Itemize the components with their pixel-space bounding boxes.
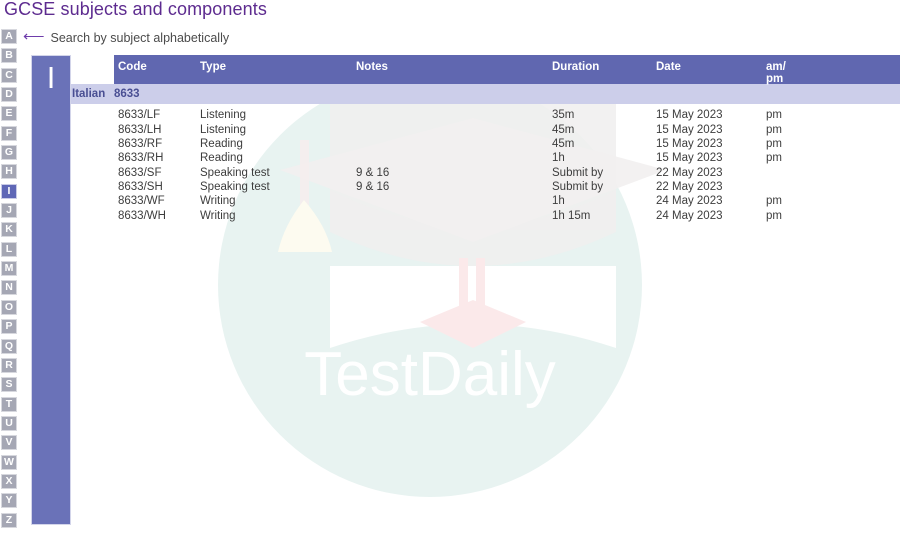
table-row[interactable]: 8633/RF Reading 45m 15 May 2023 pm	[70, 137, 900, 151]
alphabet-letter-g[interactable]: G	[1, 145, 17, 161]
search-hint-label: Search by subject alphabetically	[50, 30, 230, 45]
cell-ampm: pm	[766, 195, 782, 208]
cell-duration: 45m	[552, 137, 575, 150]
subject-name: Italian	[72, 88, 106, 100]
cell-duration: 35m	[552, 109, 575, 122]
cell-duration: 1h 15m	[552, 209, 591, 222]
cell-notes: 9 & 16	[356, 166, 390, 179]
table-row[interactable]: 8633/WF Writing 1h 24 May 2023 pm	[70, 194, 900, 208]
alphabet-letter-x[interactable]: X	[1, 473, 17, 489]
cell-date: 15 May 2023	[656, 123, 723, 136]
alphabet-letter-z[interactable]: Z	[1, 512, 17, 528]
cell-code: 8633/SH	[118, 180, 163, 193]
table-row[interactable]: 8633/LH Listening 45m 15 May 2023 pm	[70, 122, 900, 136]
table-row[interactable]: 8633/LF Listening 35m 15 May 2023 pm	[70, 108, 900, 122]
alphabet-letter-y[interactable]: Y	[1, 493, 17, 509]
cell-date: 24 May 2023	[656, 209, 723, 222]
cell-code: 8633/LH	[118, 123, 162, 136]
cell-ampm: pm	[766, 109, 782, 122]
cell-code: 8633/WH	[118, 209, 166, 222]
cell-code: 8633/WF	[118, 195, 165, 208]
alphabet-letter-v[interactable]: V	[1, 435, 17, 451]
subject-components-table: Code Type Notes Duration Date am/ pm Ita…	[70, 55, 900, 223]
search-hint: ⟵ Search by subject alphabetically	[23, 28, 230, 45]
svg-text:TestDaily: TestDaily	[304, 340, 556, 409]
cell-type: Speaking test	[200, 180, 270, 193]
alphabet-letter-u[interactable]: U	[1, 415, 17, 431]
cell-type: Speaking test	[200, 166, 270, 179]
alphabet-letter-a[interactable]: A	[1, 29, 17, 44]
selected-letter-panel: I	[31, 55, 71, 525]
alphabet-letter-w[interactable]: W	[1, 454, 17, 470]
cell-type: Reading	[200, 152, 243, 165]
alphabet-letter-r[interactable]: R	[1, 357, 17, 373]
alphabet-letter-q[interactable]: Q	[1, 338, 17, 354]
cell-type: Writing	[200, 209, 236, 222]
table-row[interactable]: 8633/WH Writing 1h 15m 24 May 2023 pm	[70, 208, 900, 222]
cell-date: 15 May 2023	[656, 137, 723, 150]
cell-ampm: pm	[766, 209, 782, 222]
cell-duration: Submit by	[552, 180, 604, 193]
alphabet-letter-c[interactable]: C	[1, 67, 17, 83]
cell-type: Listening	[200, 123, 247, 136]
cell-notes: 9 & 16	[356, 180, 390, 193]
cell-date: 24 May 2023	[656, 195, 723, 208]
column-header-duration[interactable]: Duration	[552, 55, 656, 74]
column-header-type[interactable]: Type	[200, 55, 356, 74]
column-header-date[interactable]: Date	[656, 55, 766, 74]
alphabet-letter-l[interactable]: L	[1, 241, 17, 257]
cell-code: 8633/SF	[118, 166, 162, 179]
cell-duration: 1h	[552, 195, 565, 208]
table-row[interactable]: 8633/RH Reading 1h 15 May 2023 pm	[70, 151, 900, 165]
column-header-notes[interactable]: Notes	[356, 55, 552, 74]
subject-code: 8633	[114, 88, 140, 100]
alphabet-letter-d[interactable]: D	[1, 87, 17, 103]
alphabet-letter-e[interactable]: E	[1, 106, 17, 122]
cell-date: 15 May 2023	[656, 109, 723, 122]
table-body: 8633/LF Listening 35m 15 May 2023 pm 8633/LH L…	[70, 104, 900, 223]
cell-ampm: pm	[766, 152, 782, 165]
column-header-code[interactable]: Code	[114, 55, 200, 74]
cell-ampm: pm	[766, 123, 782, 136]
cell-ampm: pm	[766, 137, 782, 150]
subject-group-row[interactable]: Italian 8633	[70, 84, 900, 104]
cell-duration: 1h	[552, 152, 565, 165]
cell-date: 22 May 2023	[656, 180, 723, 193]
selected-letter-label: I	[46, 60, 56, 95]
table-row[interactable]: 8633/SH Speaking test 9 & 16 Submit by 22 Ma…	[70, 180, 900, 194]
left-arrow-icon: ⟵	[23, 28, 45, 45]
cell-code: 8633/LF	[118, 109, 161, 122]
cell-type: Reading	[200, 137, 243, 150]
alphabet-letter-t[interactable]: T	[1, 396, 17, 412]
cell-code: 8633/RH	[118, 152, 164, 165]
alphabet-letter-b[interactable]: B	[1, 48, 17, 64]
cell-date: 22 May 2023	[656, 166, 723, 179]
table-row[interactable]: 8633/SF Speaking test 9 & 16 Submit by 22 Ma…	[70, 165, 900, 179]
cell-type: Writing	[200, 195, 236, 208]
alphabet-letter-m[interactable]: M	[1, 261, 17, 277]
cell-duration: Submit by	[552, 166, 604, 179]
alphabet-rail[interactable]: ABCDEFGHIJKLMNOPQRSTUVWXYZ	[1, 29, 18, 532]
cell-type: Listening	[200, 109, 247, 122]
alphabet-letter-o[interactable]: O	[1, 299, 17, 315]
column-header-ampm[interactable]: am/ pm	[766, 55, 826, 85]
alphabet-letter-f[interactable]: F	[1, 125, 17, 141]
alphabet-letter-h[interactable]: H	[1, 164, 17, 180]
alphabet-letter-k[interactable]: K	[1, 222, 17, 238]
cell-duration: 45m	[552, 123, 575, 136]
alphabet-letter-s[interactable]: S	[1, 377, 17, 393]
table-header-row: Code Type Notes Duration Date am/ pm	[114, 55, 900, 84]
cell-code: 8633/RF	[118, 137, 163, 150]
alphabet-letter-j[interactable]: J	[1, 203, 17, 219]
alphabet-letter-i[interactable]: I	[1, 183, 17, 199]
alphabet-letter-n[interactable]: N	[1, 280, 17, 296]
alphabet-letter-p[interactable]: P	[1, 319, 17, 335]
page-title: GCSE subjects and components	[4, 0, 267, 19]
cell-date: 15 May 2023	[656, 152, 723, 165]
